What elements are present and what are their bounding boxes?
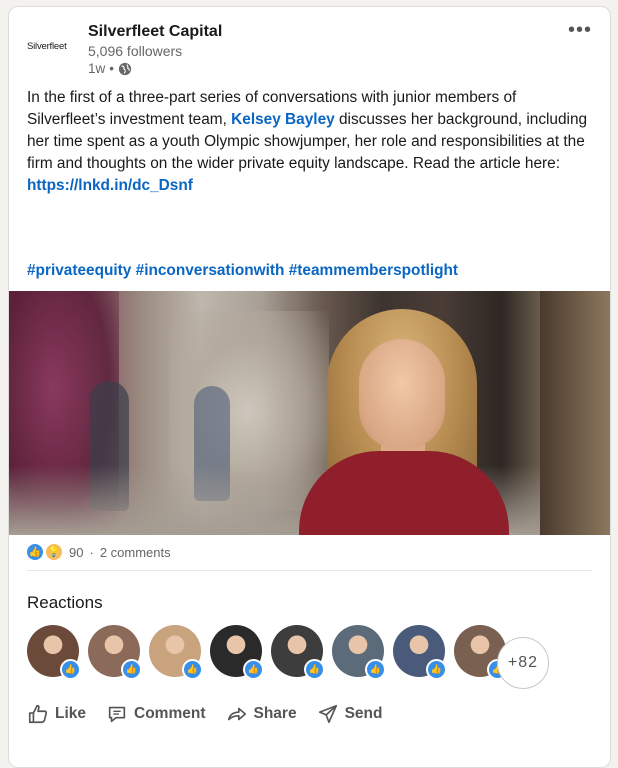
like-badge-icon: 👍 <box>60 659 81 680</box>
article-link[interactable]: https://lnkd.in/dc_Dsnf <box>27 177 193 194</box>
like-badge-icon: 👍 <box>121 659 142 680</box>
like-badge-icon: 👍 <box>243 659 264 680</box>
meta-separator: • <box>109 61 114 76</box>
like-button[interactable]: Like <box>27 703 86 725</box>
like-badge-icon: 👍 <box>182 659 203 680</box>
like-label: Like <box>55 705 87 722</box>
reactor-avatar[interactable]: 👍 <box>27 625 81 680</box>
post-age: 1w <box>88 61 106 76</box>
reactor-avatars: 👍👍👍👍👍👍👍👍+82 <box>27 625 567 689</box>
globe-icon <box>118 62 132 75</box>
insightful-reaction-icon: 💡 <box>45 543 63 561</box>
comment-count[interactable]: 2 comments <box>100 545 171 560</box>
social-counts[interactable]: 👍 💡 90 · 2 comments <box>27 543 171 561</box>
post-card: Silverfleet Silverfleet Capital 5,096 fo… <box>8 6 611 768</box>
like-badge-icon: 👍 <box>426 659 447 680</box>
divider <box>27 570 592 571</box>
more-reactors-button[interactable]: +82 <box>497 637 549 689</box>
comment-button[interactable]: Comment <box>106 703 206 725</box>
reactor-avatar[interactable]: 👍 <box>88 625 142 680</box>
reactor-avatar[interactable]: 👍 <box>393 625 447 680</box>
like-badge-icon: 👍 <box>365 659 386 680</box>
action-bar: Like Comment Share Send <box>27 703 383 725</box>
like-reaction-icon: 👍 <box>27 544 43 560</box>
send-icon <box>318 704 337 724</box>
post-image[interactable] <box>9 291 610 535</box>
reaction-count[interactable]: 90 <box>69 545 83 560</box>
reactions-heading: Reactions <box>27 593 103 612</box>
logo-text: Silverfleet <box>27 41 67 52</box>
like-badge-icon: 👍 <box>304 659 325 680</box>
reactor-avatar[interactable]: 👍 <box>271 625 325 680</box>
hashtags[interactable]: #privateequity #inconversationwith #team… <box>27 262 458 280</box>
more-options-button[interactable]: ••• <box>568 19 592 42</box>
reactor-avatar[interactable]: 👍 <box>332 625 386 680</box>
company-name[interactable]: Silverfleet Capital <box>88 23 222 41</box>
share-button[interactable]: Share <box>226 703 297 725</box>
send-label: Send <box>344 705 383 722</box>
send-button[interactable]: Send <box>317 703 383 725</box>
follower-count: 5,096 followers <box>88 43 183 59</box>
share-label: Share <box>253 705 297 722</box>
post-meta: 1w • <box>88 61 132 76</box>
thumbs-up-icon <box>28 704 48 724</box>
mention-link[interactable]: Kelsey Bayley <box>231 111 335 128</box>
company-logo[interactable]: Silverfleet <box>27 41 83 61</box>
reactor-avatar[interactable]: 👍 <box>210 625 264 680</box>
social-separator: · <box>89 544 94 560</box>
comment-icon <box>108 706 126 723</box>
comment-label: Comment <box>134 705 206 722</box>
share-icon <box>227 707 246 721</box>
reactor-avatar[interactable]: 👍 <box>149 625 203 680</box>
post-body: In the first of a three-part series of c… <box>27 87 597 197</box>
